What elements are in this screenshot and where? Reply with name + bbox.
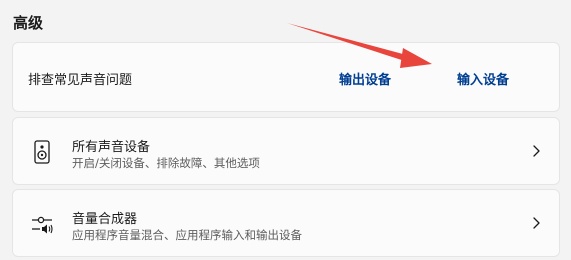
all-sound-devices-description: 开启/关闭设备、排除故障、其他选项	[72, 156, 260, 170]
troubleshoot-label: 排查常见声音问题	[28, 73, 133, 88]
volume-mixer-description: 应用程序音量混合、应用程序输入和输出设备	[72, 228, 302, 242]
chevron-right-icon	[533, 145, 540, 157]
speaker-icon	[34, 140, 50, 164]
output-devices-link[interactable]: 输出设备	[339, 69, 391, 88]
volume-mixer-title: 音量合成器	[72, 212, 138, 227]
section-title: 高级	[13, 14, 44, 32]
volume-mixer-icon	[32, 216, 53, 234]
all-sound-devices-row[interactable]: 所有声音设备 开启/关闭设备、排除故障、其他选项	[12, 117, 560, 185]
chevron-right-icon	[533, 217, 540, 229]
volume-mixer-row[interactable]: 音量合成器 应用程序音量混合、应用程序输入和输出设备	[12, 189, 560, 257]
all-sound-devices-title: 所有声音设备	[72, 140, 151, 155]
input-devices-link[interactable]: 输入设备	[457, 69, 509, 88]
troubleshoot-card: 排查常见声音问题 输出设备 输入设备	[12, 42, 560, 112]
